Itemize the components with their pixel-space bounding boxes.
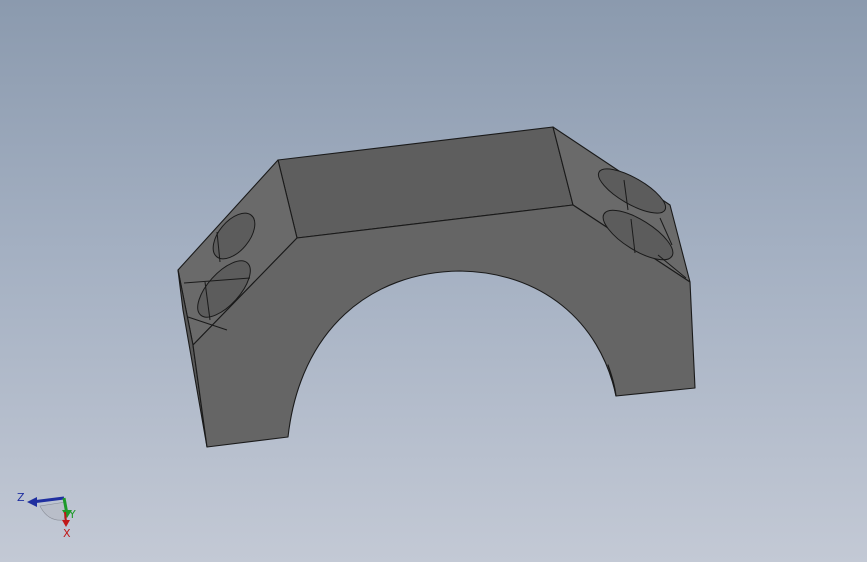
- 3d-model-viewport[interactable]: [0, 0, 867, 562]
